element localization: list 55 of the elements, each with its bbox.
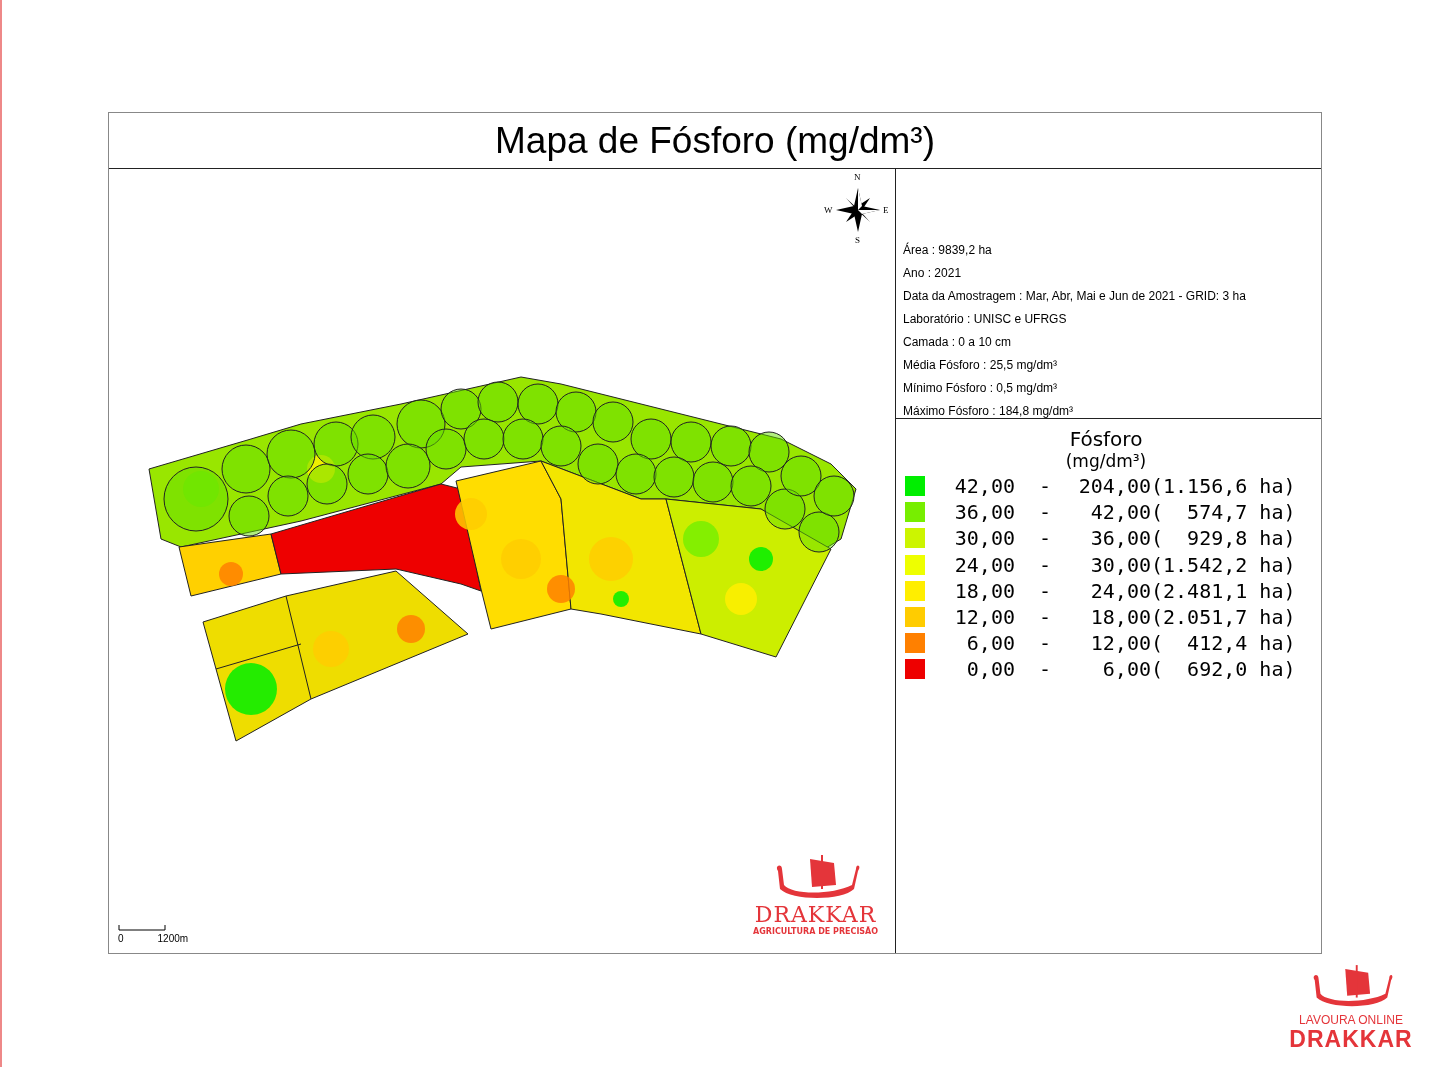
legend-area: (1.156,6 ha) [1151, 474, 1296, 499]
info-line: Área : 9839,2 ha [903, 241, 993, 259]
scale-end-label: 1200m [157, 933, 189, 944]
info-line: Mínimo Fósforo : 0,5 mg/dm³ [903, 380, 1059, 397]
info-line: Ano : 2021 [903, 265, 963, 282]
info-line: Camada : 0 a 10 cm [903, 334, 1013, 351]
legend-range-end: 30,00 [1089, 552, 1151, 577]
legend-range-start: 42,00 [953, 474, 1015, 499]
legend-area: ( 929,8 ha) [1151, 526, 1296, 551]
info-line: Máximo Fósforo : 184,8 mg/dm³ [903, 403, 1075, 420]
legend-range-start: 12,00 [953, 605, 1015, 630]
legend-range-dash: - [1037, 474, 1052, 499]
logo-caption: LAVOURA ONLINE [1299, 1013, 1403, 1027]
compass-south-label: S [855, 235, 860, 245]
info-line: Data da Amostragem : Mar, Abr, Mai e Jun de 2021 - GRID: 3 ha [903, 288, 1247, 305]
legend-range-start: 24,00 [953, 552, 1015, 577]
compass-east-label: E [883, 205, 889, 215]
legend-range-dash: - [1037, 578, 1052, 603]
info-line: Média Fósforo : 25,5 mg/dm³ [903, 357, 1059, 374]
compass-rose-icon [835, 187, 881, 233]
legend-range-end: 42,00 [1089, 500, 1151, 525]
legend-range-end: 18,00 [1089, 605, 1151, 630]
legend-range-end: 24,00 [1089, 578, 1151, 603]
info-line: Laboratório : UNISC e UFRGS [903, 311, 1068, 328]
compass-west-label: W [824, 205, 833, 215]
logo-tagline: AGRICULTURA DE PRECISÃO [753, 927, 879, 936]
legend-area: (2.051,7 ha) [1151, 605, 1296, 630]
legend-unit: (mg/dm³) [1065, 451, 1147, 471]
legend-range-dash: - [1037, 605, 1052, 630]
legend-range-start: 30,00 [953, 526, 1015, 551]
scale-start-label: 0 [118, 933, 124, 944]
legend-range-end: 36,00 [1089, 526, 1151, 551]
logo-wordmark: DRAKKAR [754, 903, 877, 927]
legend-area: ( 692,0 ha) [1151, 657, 1296, 682]
legend-range-dash: - [1037, 526, 1052, 551]
legend-range-dash: - [1037, 552, 1052, 577]
legend-range-dash: - [1037, 500, 1052, 525]
legend-area: (1.542,2 ha) [1151, 552, 1296, 577]
legend-range-start: 6,00 [965, 631, 1015, 656]
legend-range-dash: - [1037, 631, 1052, 656]
legend-range-end: 204,00 [1077, 474, 1151, 499]
logo-wordmark: DRAKKAR [1289, 1027, 1413, 1051]
legend-area: ( 574,7 ha) [1151, 500, 1296, 525]
legend-range-start: 36,00 [953, 500, 1015, 525]
legend-area: (2.481,1 ha) [1151, 578, 1296, 603]
scale-bar-icon [118, 925, 166, 931]
legend-range-end: 12,00 [1089, 631, 1151, 656]
map-title: Mapa de Fósforo (mg/dm³) [495, 119, 935, 162]
legend-area: ( 412,4 ha) [1151, 631, 1296, 656]
compass-north-label: N [854, 172, 861, 182]
legend-range-start: 0,00 [965, 657, 1015, 682]
legend-range-end: 6,00 [1101, 657, 1151, 682]
legend-range-dash: - [1037, 657, 1052, 682]
legend-title: Fósforo [1069, 427, 1143, 451]
legend-range-start: 18,00 [953, 578, 1015, 603]
